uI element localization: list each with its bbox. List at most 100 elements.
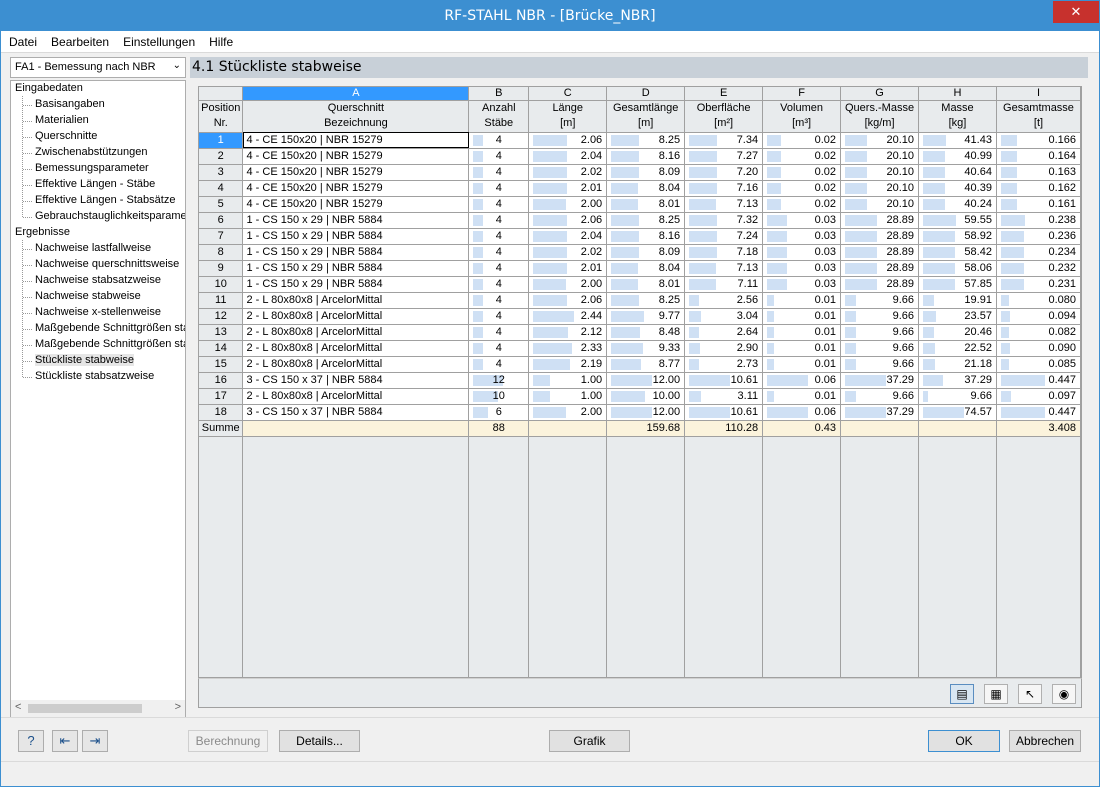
- value-cell-b[interactable]: 4: [468, 132, 530, 149]
- value-cell-d[interactable]: 12.00: [606, 372, 686, 389]
- value-cell-g[interactable]: 9.66: [840, 340, 920, 357]
- nav-item-nachweise-stabsatzweise[interactable]: Nachweise stabsatzweise: [23, 274, 161, 286]
- nav-item-nachweise-stabweise[interactable]: Nachweise stabweise: [23, 290, 141, 302]
- value-cell-g[interactable]: 9.66: [840, 324, 920, 341]
- value-cell-b[interactable]: 4: [468, 308, 530, 325]
- close-icon[interactable]: ✕: [1053, 1, 1099, 23]
- value-cell-c[interactable]: 1.00: [528, 388, 608, 405]
- value-cell-h[interactable]: 40.64: [918, 164, 997, 181]
- value-cell-d[interactable]: 8.48: [606, 324, 686, 341]
- table-row[interactable]: 14 - CE 150x20 | NBR 15279 4 2.06 8.25 7.34 0…: [199, 132, 1081, 149]
- cross-section-cell[interactable]: 4 - CE 150x20 | NBR 15279: [242, 164, 470, 181]
- table-row[interactable]: 17 2 - L 80x80x8 | ArcelorMittal 10 1.00 10.…: [199, 388, 1081, 405]
- value-cell-c[interactable]: 1.00: [528, 372, 608, 389]
- value-cell-f[interactable]: 0.03: [762, 212, 842, 229]
- row-number[interactable]: 10: [199, 276, 244, 293]
- value-cell-c[interactable]: 2.04: [528, 228, 608, 245]
- menu-hilfe[interactable]: Hilfe: [202, 31, 240, 49]
- value-cell-e[interactable]: 7.24: [684, 228, 764, 245]
- value-cell-i[interactable]: 0.090: [996, 340, 1081, 357]
- cross-section-cell[interactable]: 1 - CS 150 x 29 | NBR 5884: [242, 260, 470, 277]
- column-letter-g[interactable]: G: [840, 87, 920, 101]
- value-cell-h[interactable]: 9.66: [918, 388, 997, 405]
- value-cell-h[interactable]: 58.92: [918, 228, 997, 245]
- value-cell-g[interactable]: 9.66: [840, 388, 920, 405]
- cross-section-cell[interactable]: 1 - CS 150 x 29 | NBR 5884: [242, 244, 470, 261]
- table-row[interactable]: 71 - CS 150 x 29 | NBR 5884 4 2.04 8.16 7.24…: [199, 228, 1081, 245]
- value-cell-c[interactable]: 2.00: [528, 196, 608, 213]
- value-cell-d[interactable]: 8.25: [606, 212, 686, 229]
- row-number[interactable]: 7: [199, 228, 244, 245]
- value-cell-f[interactable]: 0.03: [762, 228, 842, 245]
- row-number[interactable]: 8: [199, 244, 244, 261]
- design-case-select[interactable]: FA1 - Bemessung nach NBR ⌄: [10, 57, 186, 78]
- cross-section-cell[interactable]: 4 - CE 150x20 | NBR 15279: [242, 196, 470, 213]
- value-cell-b[interactable]: 10: [468, 388, 530, 405]
- cross-section-cell[interactable]: 2 - L 80x80x8 | ArcelorMittal: [242, 308, 470, 325]
- value-cell-b[interactable]: 4: [468, 324, 530, 341]
- value-cell-d[interactable]: 8.01: [606, 276, 686, 293]
- column-letter-a[interactable]: A: [242, 87, 470, 101]
- value-cell-b[interactable]: 4: [468, 212, 530, 229]
- column-letter-e[interactable]: E: [684, 87, 764, 101]
- table-row[interactable]: 81 - CS 150 x 29 | NBR 5884 4 2.02 8.09 7.18…: [199, 244, 1081, 261]
- value-cell-i[interactable]: 0.162: [996, 180, 1081, 197]
- value-cell-f[interactable]: 0.01: [762, 324, 842, 341]
- table-row[interactable]: 18 3 - CS 150 x 37 | NBR 5884 6 2.00 12.00 10…: [199, 404, 1081, 421]
- value-cell-d[interactable]: 8.25: [606, 132, 686, 149]
- column-letter-h[interactable]: H: [918, 87, 997, 101]
- value-cell-c[interactable]: 2.02: [528, 164, 608, 181]
- nav-item-effektive-laengen-stabsaetze[interactable]: Effektive Längen - Stabsätze: [22, 194, 175, 206]
- value-cell-h[interactable]: 23.57: [918, 308, 997, 325]
- value-cell-c[interactable]: 2.00: [528, 276, 608, 293]
- cross-section-cell[interactable]: 4 - CE 150x20 | NBR 15279: [242, 132, 470, 149]
- value-cell-d[interactable]: 8.77: [606, 356, 686, 373]
- value-cell-b[interactable]: 4: [468, 196, 530, 213]
- cross-section-cell[interactable]: 3 - CS 150 x 37 | NBR 5884: [242, 404, 470, 421]
- value-cell-c[interactable]: 2.44: [528, 308, 608, 325]
- value-cell-g[interactable]: 9.66: [840, 308, 920, 325]
- value-cell-i[interactable]: 0.161: [996, 196, 1081, 213]
- value-cell-h[interactable]: 40.99: [918, 148, 997, 165]
- value-cell-i[interactable]: 0.085: [996, 356, 1081, 373]
- nav-item-nachweise-x-stellenweise[interactable]: Nachweise x-stellenweise: [23, 306, 161, 318]
- value-cell-h[interactable]: 22.52: [918, 340, 997, 357]
- value-cell-e[interactable]: 3.04: [684, 308, 764, 325]
- value-cell-c[interactable]: 2.06: [528, 132, 608, 149]
- value-cell-f[interactable]: 0.06: [762, 372, 842, 389]
- table-row[interactable]: 13 2 - L 80x80x8 | ArcelorMittal 4 2.12 8.48…: [199, 324, 1081, 341]
- nav-item-nachweise-lastfallweise[interactable]: Nachweise lastfallweise: [22, 242, 151, 254]
- value-cell-b[interactable]: 4: [468, 356, 530, 373]
- value-cell-f[interactable]: 0.01: [762, 308, 842, 325]
- cross-section-cell[interactable]: 2 - L 80x80x8 | ArcelorMittal: [242, 340, 470, 357]
- import-icon[interactable]: ⇤: [52, 730, 78, 752]
- value-cell-i[interactable]: 0.082: [996, 324, 1081, 341]
- cross-section-cell[interactable]: 4 - CE 150x20 | NBR 15279: [242, 148, 470, 165]
- value-cell-d[interactable]: 8.16: [606, 228, 686, 245]
- value-cell-g[interactable]: 9.66: [840, 356, 920, 373]
- value-cell-c[interactable]: 2.06: [528, 212, 608, 229]
- value-cell-d[interactable]: 8.09: [606, 164, 686, 181]
- nav-horizontal-scrollbar[interactable]: < >: [11, 700, 185, 717]
- value-cell-f[interactable]: 0.02: [762, 148, 842, 165]
- details-button[interactable]: Details...: [279, 730, 360, 752]
- eye-icon[interactable]: ◉: [1052, 684, 1076, 704]
- value-cell-b[interactable]: 12: [468, 372, 530, 389]
- cross-section-cell[interactable]: 2 - L 80x80x8 | ArcelorMittal: [242, 388, 470, 405]
- column-letter-f[interactable]: F: [762, 87, 842, 101]
- value-cell-e[interactable]: 3.11: [684, 388, 764, 405]
- nav-group-input[interactable]: Eingabedaten: [15, 82, 83, 94]
- value-cell-d[interactable]: 8.09: [606, 244, 686, 261]
- cross-section-cell[interactable]: 2 - L 80x80x8 | ArcelorMittal: [242, 324, 470, 341]
- value-cell-e[interactable]: 7.18: [684, 244, 764, 261]
- value-cell-e[interactable]: 10.61: [684, 404, 764, 421]
- value-cell-e[interactable]: 7.27: [684, 148, 764, 165]
- nav-item-massgebende-schnittgroessen-1[interactable]: Maßgebende Schnittgrößen sta: [22, 322, 185, 334]
- value-cell-g[interactable]: 28.89: [840, 276, 920, 293]
- value-cell-g[interactable]: 20.10: [840, 180, 920, 197]
- value-cell-e[interactable]: 7.16: [684, 180, 764, 197]
- row-number[interactable]: 9: [199, 260, 244, 277]
- value-cell-e[interactable]: 2.56: [684, 292, 764, 309]
- value-cell-g[interactable]: 20.10: [840, 132, 920, 149]
- value-cell-b[interactable]: 4: [468, 276, 530, 293]
